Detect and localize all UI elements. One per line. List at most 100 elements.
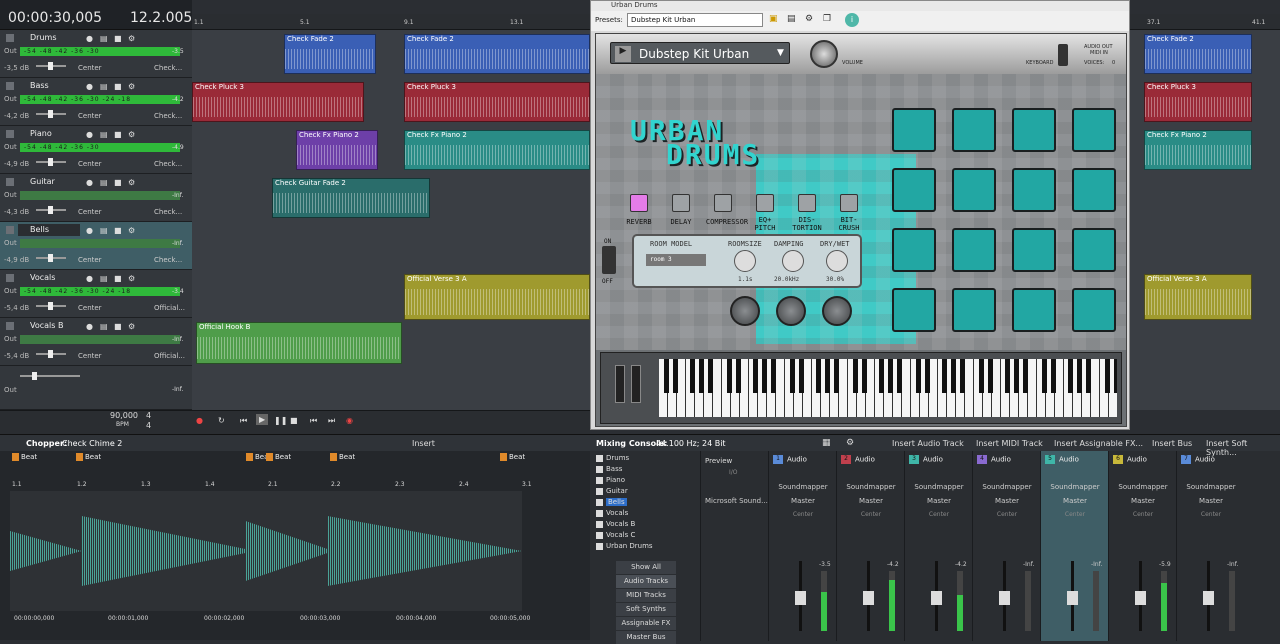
keyboard-toggle[interactable] — [1058, 44, 1068, 66]
stop-icon[interactable]: ■ — [290, 416, 298, 425]
pitch-wheel[interactable] — [615, 365, 625, 403]
preset-select[interactable]: Dubstep Kit Urban — [627, 13, 763, 27]
console-track-item[interactable]: Piano — [596, 475, 625, 486]
track-name[interactable]: Vocals — [18, 272, 80, 284]
solo-button[interactable]: ■ — [114, 274, 122, 283]
drum-pad[interactable] — [1072, 288, 1116, 332]
record-button[interactable]: ● — [86, 82, 93, 91]
time-display[interactable]: 00:00:30,005 12.2.005 — [0, 0, 192, 30]
channel-fader[interactable] — [795, 561, 806, 631]
solo-button[interactable]: ■ — [114, 178, 122, 187]
track-header-vocals-b[interactable]: Vocals B ● ▤ ■ ⚙ Out -Inf. -5,4 dB Cente… — [0, 318, 192, 366]
drum-pad[interactable] — [1012, 108, 1056, 152]
record-button[interactable]: ● — [86, 178, 93, 187]
tempo-value[interactable]: 90,000 — [110, 411, 138, 420]
pan-value[interactable]: Center — [78, 352, 102, 360]
soft-synths-button[interactable]: Soft Synths — [616, 603, 676, 616]
solo-button[interactable]: ■ — [114, 34, 122, 43]
save-icon[interactable]: ▤ — [787, 14, 796, 24]
audio-clip[interactable]: Check Fx Piano 2 — [296, 130, 378, 170]
record-button[interactable]: ● — [86, 226, 93, 235]
fx-icon[interactable]: ⚙ — [128, 322, 135, 331]
fx-name[interactable]: Official... — [154, 304, 185, 312]
drum-pad[interactable] — [952, 108, 996, 152]
audio-clip[interactable]: Check Fade 2 — [1144, 34, 1252, 74]
volume-fader[interactable] — [36, 206, 66, 214]
console-track-item[interactable]: Guitar — [596, 486, 628, 497]
delay-button[interactable] — [672, 194, 690, 212]
record-button[interactable]: ● — [86, 274, 93, 283]
plugin-title[interactable]: Urban Drums — [591, 1, 1129, 11]
mute-button[interactable]: ▤ — [100, 322, 108, 331]
beat-marker[interactable]: Beat — [76, 453, 101, 461]
punch-icon[interactable]: ◉ — [346, 416, 353, 425]
drum-pad[interactable] — [952, 288, 996, 332]
bitcrush-button[interactable] — [840, 194, 858, 212]
drum-pad[interactable] — [892, 288, 936, 332]
volume-fader[interactable] — [36, 350, 66, 358]
midi-tracks-button[interactable]: MIDI Tracks — [616, 589, 676, 602]
solo-button[interactable]: ■ — [114, 82, 122, 91]
solo-button[interactable]: ■ — [114, 322, 122, 331]
mixer-strip[interactable]: 2 Audio Soundmapper Master Center -4.2 — [836, 451, 904, 641]
console-track-item[interactable]: Urban Drums — [596, 541, 653, 552]
record-icon[interactable]: ● — [196, 416, 203, 425]
audio-clip[interactable]: Check Fade 2 — [284, 34, 376, 74]
track-header-guitar[interactable]: Guitar ● ▤ ■ ⚙ Out -Inf. -4,3 dB Center … — [0, 174, 192, 222]
volume-fader[interactable] — [36, 62, 66, 70]
to-end-icon[interactable]: ⏭ — [328, 416, 335, 426]
record-button[interactable]: ● — [86, 34, 93, 43]
volume-knob[interactable] — [810, 40, 838, 68]
solo-button[interactable]: ■ — [114, 130, 122, 139]
gear-icon[interactable]: ⚙ — [846, 438, 854, 448]
chopper-waveform[interactable] — [10, 491, 522, 611]
console-track-item[interactable]: Vocals — [596, 508, 628, 519]
piano-keyboard[interactable] — [659, 359, 1117, 417]
channel-fader[interactable] — [863, 561, 874, 631]
roomsize-knob[interactable] — [734, 250, 756, 272]
fx-icon[interactable]: ⚙ — [128, 274, 135, 283]
channel-fader[interactable] — [1067, 561, 1078, 631]
mixer-strip[interactable]: 3 Audio Soundmapper Master Center -4.2 — [904, 451, 972, 641]
settings-icon[interactable]: ⚙ — [805, 14, 813, 24]
audio-clip[interactable]: Check Fx Piano 2 — [1144, 130, 1252, 170]
drum-pad[interactable] — [892, 168, 936, 212]
mod-wheel[interactable] — [631, 365, 641, 403]
volume-fader[interactable] — [36, 110, 66, 118]
fx-name[interactable]: Check... — [154, 208, 182, 216]
console-track-item[interactable]: Vocals C — [596, 530, 635, 541]
record-button[interactable]: ● — [86, 130, 93, 139]
mute-button[interactable]: ▤ — [100, 226, 108, 235]
audio-tracks-button[interactable]: Audio Tracks — [616, 575, 676, 588]
drum-pad[interactable] — [892, 108, 936, 152]
time-sig-bottom[interactable]: 4 — [146, 421, 151, 430]
fx-icon[interactable]: ⚙ — [128, 178, 135, 187]
play-kit-icon[interactable]: ▶ — [615, 46, 631, 62]
drywet-knob[interactable] — [826, 250, 848, 272]
room-model-select[interactable]: room 3 — [646, 254, 706, 266]
channel-fader[interactable] — [1135, 561, 1146, 631]
audio-clip[interactable]: Check Guitar Fade 2 — [272, 178, 430, 218]
channel-fader[interactable] — [1203, 561, 1214, 631]
kit-selector[interactable]: ▶ Dubstep Kit Urban ▼ — [610, 42, 790, 64]
mixer-strip[interactable]: 4 Audio Soundmapper Master Center -Inf. — [972, 451, 1040, 641]
audio-clip[interactable]: Check Pluck 3 — [192, 82, 364, 122]
pan-value[interactable]: Center — [78, 160, 102, 168]
mute-button[interactable]: ▤ — [100, 178, 108, 187]
beat-marker[interactable]: Beat — [266, 453, 291, 461]
beat-marker[interactable]: Beat — [500, 453, 525, 461]
drum-pad[interactable] — [952, 228, 996, 272]
insert-audio-track-button[interactable]: Insert Audio Track — [892, 439, 964, 448]
damping-knob[interactable] — [782, 250, 804, 272]
volume-fader[interactable] — [36, 158, 66, 166]
mixer-strip-selected[interactable]: 5 Audio Soundmapper Master Center -Inf. — [1040, 451, 1108, 641]
rewind-icon[interactable]: ⏮ — [240, 416, 247, 426]
fx-name[interactable]: Check... — [154, 160, 182, 168]
fx-icon[interactable]: ⚙ — [128, 226, 135, 235]
console-track-item[interactable]: Vocals B — [596, 519, 635, 530]
fx-icon[interactable]: ⚙ — [128, 34, 135, 43]
track-name[interactable]: Vocals B — [18, 320, 80, 332]
effect-knob[interactable] — [730, 296, 760, 326]
eq-pitch-button[interactable] — [756, 194, 774, 212]
master-bus-button[interactable]: Master Bus — [616, 631, 676, 644]
